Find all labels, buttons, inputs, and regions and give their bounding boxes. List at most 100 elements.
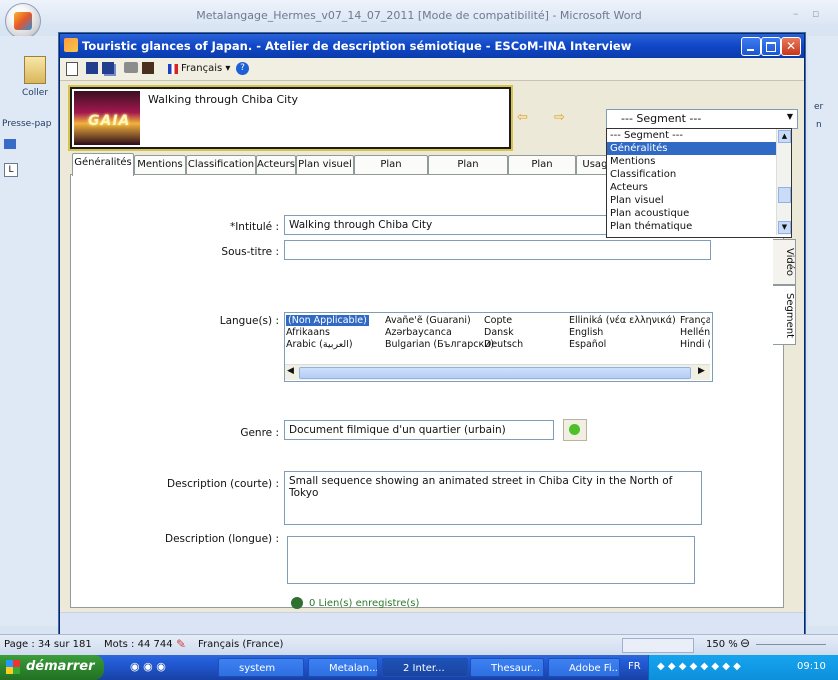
close-button[interactable]: ✕ [781,37,801,56]
tab-plan-thematique[interactable]: Plan thématique [428,155,508,188]
zoom-slider[interactable] [756,644,826,645]
list-item[interactable]: Elliniká (νέα ελληνικά) [569,315,676,326]
list-item[interactable]: Hellén [680,327,710,338]
previous-arrow-icon[interactable]: ⇦ [517,110,528,125]
ruler-toggle-icon[interactable]: L [4,163,18,177]
quick-launch-icons[interactable]: ◉ ◉ ◉ [130,660,166,673]
list-item[interactable]: Deutsch [484,339,523,350]
word-status-bar: Page : 34 sur 181 Mots : 44 744 ✎ França… [0,634,838,655]
language-selector[interactable]: Français ▾ [181,63,230,74]
save-icon[interactable] [86,62,98,74]
tab-acteurs[interactable]: Acteurs [256,155,296,175]
genre-browse-button[interactable] [563,419,587,441]
save-icon[interactable] [4,139,16,149]
paste-icon[interactable] [24,56,46,84]
side-tab-bar: Vidéo Segment [773,239,796,359]
tab-mentions[interactable]: Mentions [134,155,186,175]
task-metalangage[interactable]: Metalan... [308,658,378,677]
scrollbar-thumb[interactable] [299,367,691,379]
soustitre-label: Sous-titre : [221,246,279,258]
page-indicator[interactable]: Page : 34 sur 181 [4,639,92,650]
save-all-icon[interactable] [102,62,114,74]
view-buttons[interactable] [622,638,694,653]
list-item[interactable]: Copte [484,315,512,326]
links-count-label[interactable]: 0 Lien(s) enregistre(s) [309,598,419,609]
list-item[interactable]: Dansk [484,327,514,338]
next-arrow-icon[interactable]: ⇨ [554,110,565,125]
app-icon [64,38,78,52]
clipboard-group-label: Presse-pap [2,119,52,129]
langues-horizontal-scrollbar[interactable]: ◀ ▶ [285,364,710,380]
word-count[interactable]: Mots : 44 744 [104,639,173,650]
people-icon[interactable] [291,597,303,609]
segment-option[interactable]: Mentions [607,155,778,168]
segment-option[interactable]: Acteurs [607,181,778,194]
scroll-up-icon[interactable]: ▲ [778,130,791,143]
segment-select[interactable]: --- Segment --- ▼ [606,109,798,129]
task-adobe[interactable]: Adobe Fi... [548,658,620,677]
paste-label[interactable]: Coller [22,88,48,98]
description-longue-label: Description (longue) : [165,533,279,545]
list-item[interactable]: Françai [680,315,710,326]
segment-option-highlighted[interactable]: Généralités [607,142,778,155]
print-icon[interactable] [124,62,138,73]
start-button[interactable]: démarrer [0,655,104,680]
film-icon[interactable] [142,62,154,74]
segment-option[interactable]: Classification [607,168,778,181]
list-item[interactable]: Avañe'ẽ (Guarani) [385,315,471,326]
task-system[interactable]: system [218,658,304,677]
scroll-left-icon[interactable]: ◀ [287,366,294,376]
tray-icons[interactable]: ◆ ◆ ◆ ◆ ◆ ◆ ◆ ◆ [657,661,741,672]
list-item[interactable]: Hindi ( [680,339,710,350]
language-status[interactable]: Français (France) [198,639,283,650]
tab-classification[interactable]: Classification [186,155,256,175]
video-thumbnail[interactable]: GAIA [74,91,140,145]
minimize-icon [747,49,754,51]
help-icon[interactable]: ? [236,62,249,75]
scrollbar-thumb[interactable] [778,187,791,203]
list-item[interactable]: English [569,327,603,338]
keyboard-locale[interactable]: FR [628,661,641,672]
segment-list-scrollbar[interactable]: ▲ ▼ [776,129,791,235]
list-item[interactable]: Bulgarian (Български) [385,339,494,350]
list-item[interactable]: Español [569,339,606,350]
segment-option[interactable]: Plan visuel [607,194,778,207]
maximize-button[interactable] [761,37,781,56]
description-courte-label: Description (courte) : [167,478,279,490]
segment-option[interactable]: --- Segment --- [607,129,778,142]
zoom-level[interactable]: 150 % [706,639,738,650]
list-item[interactable]: Azərbaycanca [385,327,452,338]
chevron-down-icon[interactable]: ▼ [787,112,793,121]
task-thesaurus[interactable]: Thesaur... [470,658,544,677]
genre-field[interactable]: Document filmique d'un quartier (urbain) [284,420,554,440]
word-minimize-button[interactable]: – [793,7,799,20]
clock[interactable]: 09:10 [797,661,826,672]
segment-option[interactable]: Plan thématique [607,220,778,233]
dialog-title: Touristic glances of Japan. - Atelier de… [82,39,632,53]
list-item[interactable]: Arabic (العربية) [286,339,353,350]
scroll-down-icon[interactable]: ▼ [778,221,791,234]
tab-plan-acoustique[interactable]: Plan acoustique [354,155,428,188]
side-tab-segment[interactable]: Segment [773,285,796,345]
new-document-icon[interactable] [66,62,78,76]
description-longue-field[interactable] [287,536,695,584]
side-tab-video[interactable]: Vidéo [773,239,796,285]
langues-listbox[interactable]: (Non Applicable) Avañe'ẽ (Guarani) Copte… [284,312,713,382]
proofing-icon[interactable]: ✎ [176,637,186,651]
tab-generalites[interactable]: Généralités [72,153,134,176]
zoom-out-icon[interactable]: ⊖ [740,636,750,650]
tab-plan-visuel[interactable]: Plan visuel [296,155,354,175]
scroll-right-icon[interactable]: ▶ [698,366,705,376]
soustitre-field[interactable] [284,240,711,260]
description-courte-field[interactable]: Small sequence showing an animated stree… [284,471,702,525]
office-button[interactable] [5,3,41,39]
tab-plan-discursif[interactable]: Plan discursif [508,155,576,188]
minimize-button[interactable] [741,37,761,56]
word-maximize-button[interactable]: ▫ [812,7,819,20]
list-item[interactable]: Afrikaans [286,327,330,338]
segment-option[interactable]: Plan acoustique [607,207,778,220]
ribbon-fragment-label-2: n [816,120,822,130]
list-item-selected[interactable]: (Non Applicable) [286,315,369,326]
langues-label: Langue(s) : [219,315,279,327]
task-interview[interactable]: 2 Inter... [382,658,468,677]
